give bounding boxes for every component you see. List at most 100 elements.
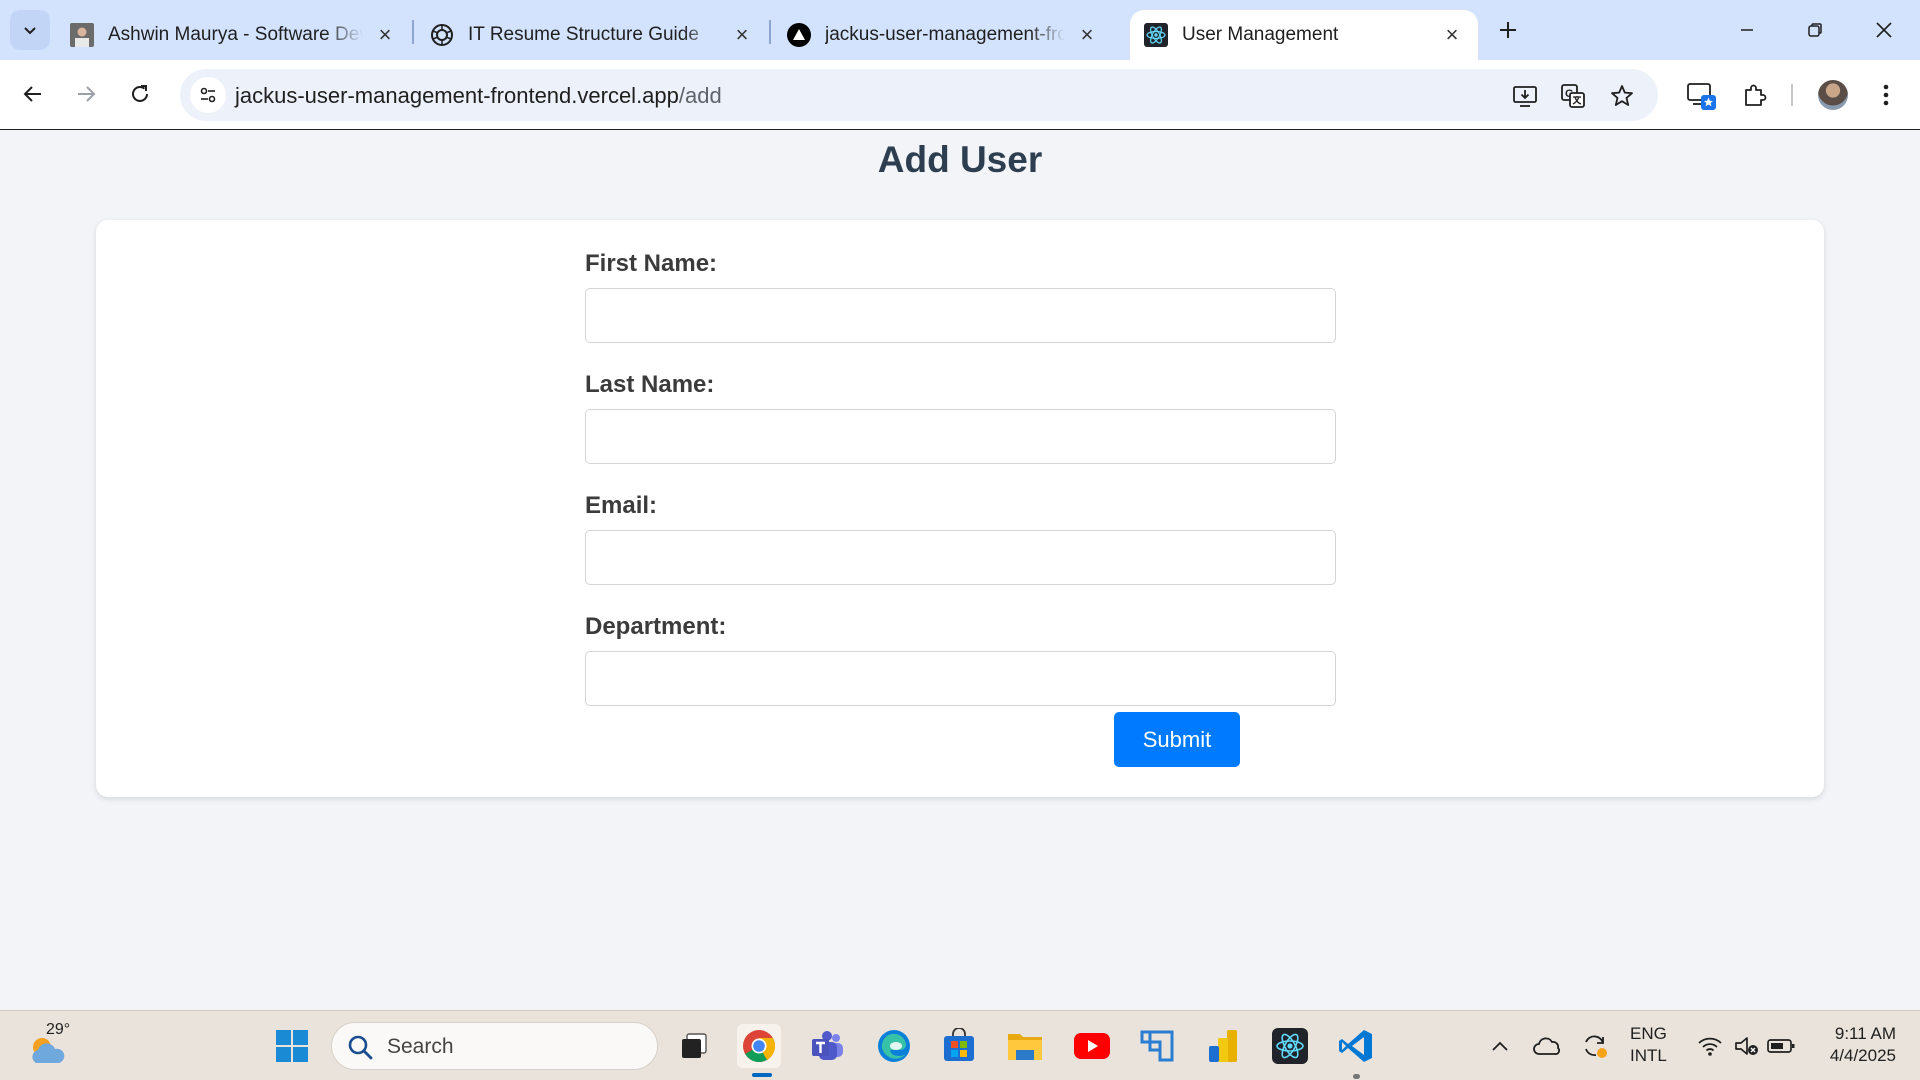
clock-date: 4/4/2025 — [1829, 1046, 1896, 1065]
teams-icon — [812, 1031, 843, 1060]
tab-title: IT Resume Structure Guide — [468, 24, 699, 45]
department-input[interactable] — [585, 651, 1336, 706]
task-view-icon — [682, 1033, 707, 1058]
edge-taskbar-button[interactable] — [872, 1024, 916, 1068]
close-window-button[interactable] — [1850, 0, 1918, 60]
close-tab-icon[interactable]: × — [730, 22, 754, 47]
address-bar[interactable]: jackus-user-management-frontend.vercel.a… — [180, 69, 1658, 121]
profile-photo-icon — [70, 23, 94, 47]
vscode-icon — [1339, 1030, 1372, 1062]
tab-divider — [412, 20, 414, 44]
taskbar-search[interactable]: Search — [331, 1022, 658, 1070]
arrow-left-icon — [23, 86, 41, 102]
input-language-indicator[interactable]: ENG INTL — [1630, 1023, 1667, 1067]
last-name-input[interactable] — [585, 409, 1336, 464]
blueprint-app-icon — [1140, 1030, 1174, 1062]
tab-search-button[interactable] — [10, 10, 50, 50]
install-app-icon[interactable] — [1508, 79, 1542, 113]
minimize-button[interactable] — [1713, 0, 1781, 60]
store-taskbar-button[interactable] — [937, 1024, 981, 1068]
react-app-taskbar-button[interactable] — [1268, 1024, 1312, 1068]
edge-icon — [878, 1030, 910, 1062]
show-hidden-icons-button[interactable] — [1488, 1031, 1512, 1061]
department-label: Department: — [585, 613, 727, 640]
chrome-taskbar-button[interactable] — [737, 1024, 781, 1068]
more-vertical-icon — [1883, 84, 1889, 106]
tab-divider — [769, 20, 771, 44]
reload-button[interactable] — [120, 74, 160, 114]
arrow-right-icon — [78, 86, 96, 102]
power-bi-icon — [1209, 1030, 1237, 1062]
close-tab-icon[interactable]: × — [1440, 22, 1464, 47]
taskbar-clock[interactable]: 9:11 AM 4/4/2025 — [1812, 1023, 1896, 1067]
first-name-label: First Name: — [585, 250, 718, 277]
bookmark-star-icon[interactable] — [1605, 79, 1639, 113]
email-input[interactable] — [585, 530, 1336, 585]
react-icon — [1272, 1028, 1308, 1064]
react-icon — [1144, 23, 1168, 47]
forward-button[interactable] — [66, 74, 106, 114]
extensions-button[interactable] — [1734, 75, 1774, 115]
battery-tray-icon[interactable] — [1765, 1031, 1797, 1061]
clock-time: 9:11 AM — [1834, 1024, 1896, 1043]
close-tab-icon[interactable]: × — [1075, 22, 1099, 47]
task-view-button[interactable] — [672, 1024, 716, 1068]
search-icon — [348, 1035, 373, 1060]
onedrive-tray-icon[interactable] — [1532, 1031, 1562, 1061]
app-taskbar-button[interactable] — [1135, 1024, 1179, 1068]
vscode-taskbar-button[interactable] — [1334, 1024, 1378, 1068]
youtube-icon — [1074, 1033, 1110, 1059]
new-tab-button[interactable] — [1492, 14, 1524, 46]
chevron-down-icon — [24, 27, 36, 35]
toolbar-divider — [1791, 84, 1793, 106]
volume-muted-tray-icon[interactable] — [1731, 1031, 1761, 1061]
chrome-icon — [743, 1030, 776, 1063]
start-button[interactable] — [270, 1024, 314, 1068]
weather-temperature: 29° — [46, 1021, 71, 1038]
translate-icon[interactable]: G — [1556, 79, 1590, 113]
tab-jackus-frontend[interactable]: jackus-user-management-front × — [773, 10, 1113, 60]
back-button[interactable] — [13, 74, 53, 114]
file-explorer-taskbar-button[interactable] — [1003, 1024, 1047, 1068]
url-path: /add — [678, 83, 722, 108]
tab-ashwin-maurya[interactable]: Ashwin Maurya - Software Deve × — [56, 10, 411, 60]
tab-user-management[interactable]: User Management × — [1130, 10, 1478, 60]
tab-title: Ashwin Maurya - Software Deve — [108, 24, 363, 45]
chatgpt-icon — [430, 23, 454, 47]
windows-taskbar: 29° Search ENG INTL 9:11 AM 4/4/2025 — [0, 1010, 1920, 1080]
puzzle-icon — [1745, 84, 1767, 106]
tab-title: User Management — [1182, 24, 1339, 45]
chrome-active-indicator — [752, 1073, 772, 1077]
profile-avatar[interactable] — [1818, 80, 1848, 110]
microsoft-store-icon — [944, 1028, 974, 1061]
tab-title: jackus-user-management-front — [825, 24, 1065, 45]
site-settings-icon[interactable] — [190, 77, 226, 113]
vscode-open-indicator — [1353, 1074, 1360, 1079]
reload-icon — [132, 85, 148, 102]
first-name-input[interactable] — [585, 288, 1336, 343]
tab-strip: Ashwin Maurya - Software Deve × IT Resum… — [0, 0, 1920, 60]
power-bi-taskbar-button[interactable] — [1201, 1024, 1245, 1068]
chrome-menu-button[interactable] — [1866, 75, 1906, 115]
search-placeholder: Search — [387, 1035, 454, 1058]
cast-button[interactable] — [1681, 75, 1721, 115]
submit-button[interactable]: Submit — [1114, 712, 1240, 767]
youtube-taskbar-button[interactable] — [1070, 1024, 1114, 1068]
plus-icon — [1500, 22, 1516, 38]
page-title: Add User — [877, 139, 1043, 180]
restore-button[interactable] — [1781, 0, 1849, 60]
sync-alert-tray-icon[interactable] — [1580, 1031, 1610, 1061]
url-host: jackus-user-management-frontend.vercel.a… — [235, 83, 679, 108]
wifi-tray-icon[interactable] — [1695, 1031, 1725, 1061]
close-tab-icon[interactable]: × — [373, 22, 397, 47]
tab-it-resume[interactable]: IT Resume Structure Guide × — [416, 10, 768, 60]
add-user-card: First Name: Last Name: Email: Department… — [96, 220, 1824, 797]
email-label: Email: — [585, 492, 658, 519]
close-icon — [1876, 22, 1892, 38]
browser-toolbar: jackus-user-management-frontend.vercel.a… — [0, 60, 1920, 130]
weather-widget[interactable]: 29° — [28, 1021, 74, 1067]
page-content: Add User First Name: Last Name: Email: D… — [0, 131, 1920, 1010]
last-name-label: Last Name: — [585, 371, 715, 398]
language-code: ENG — [1630, 1024, 1667, 1043]
teams-taskbar-button[interactable] — [805, 1024, 849, 1068]
